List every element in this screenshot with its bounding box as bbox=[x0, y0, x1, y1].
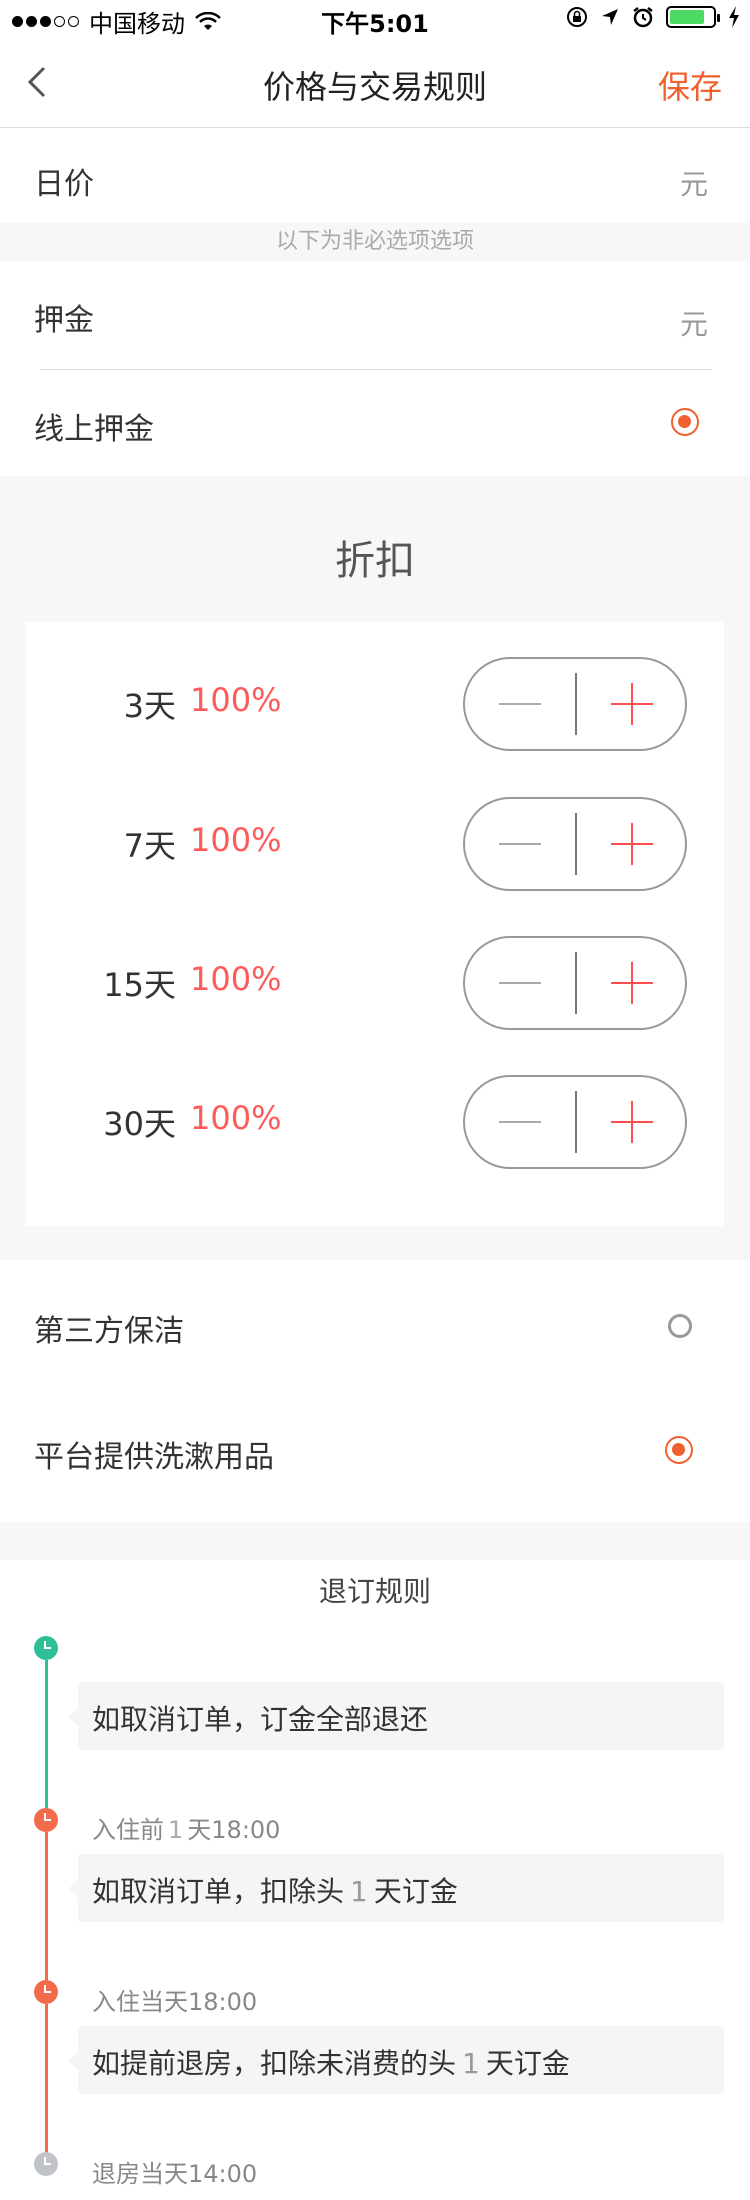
toiletries-label: 平台提供洗漱用品 bbox=[34, 1440, 274, 1475]
optional-hint: 以下为非必选项选项 bbox=[275, 229, 474, 254]
optional-section-band: 以下为非必选项选项 bbox=[0, 223, 750, 261]
increase-button[interactable] bbox=[577, 1077, 687, 1167]
clock-icon bbox=[34, 1980, 58, 2004]
decrease-button[interactable] bbox=[465, 938, 575, 1028]
discount-row-3-days: 3天 100% bbox=[26, 657, 724, 753]
online-deposit-radio[interactable] bbox=[671, 408, 699, 436]
discount-days: 7天 bbox=[123, 827, 176, 865]
refund-rule-text: 如提前退房，扣除未消费的头 1 天订金 bbox=[92, 2047, 570, 2080]
daily-price-label: 日价 bbox=[34, 167, 94, 202]
discount-stepper bbox=[463, 797, 687, 891]
deposit-label: 押金 bbox=[34, 303, 94, 338]
discount-days: 3天 bbox=[123, 687, 176, 725]
charging-icon bbox=[729, 6, 739, 28]
timeline-segment bbox=[45, 1832, 48, 1992]
discount-days: 15天 bbox=[103, 966, 176, 1004]
deposit-row[interactable]: 押金 元 bbox=[0, 261, 750, 369]
discount-stepper bbox=[463, 936, 687, 1030]
third-party-cleaning-label: 第三方保洁 bbox=[34, 1314, 184, 1349]
page-title: 价格与交易规则 bbox=[262, 68, 487, 106]
online-deposit-label: 线上押金 bbox=[34, 412, 154, 447]
discount-percent: 100% bbox=[190, 960, 282, 998]
refund-rule-time: 退房当天14:00 bbox=[92, 2160, 258, 2188]
increase-button[interactable] bbox=[577, 938, 687, 1028]
clock-icon bbox=[34, 2152, 58, 2176]
discount-percent: 100% bbox=[190, 821, 282, 859]
timeline-segment bbox=[45, 1660, 48, 1820]
clock-icon bbox=[34, 1808, 58, 1832]
increase-button[interactable] bbox=[577, 659, 687, 749]
rotation-lock-icon bbox=[567, 7, 587, 27]
decrease-button[interactable] bbox=[465, 1077, 575, 1167]
location-icon bbox=[602, 9, 618, 25]
refund-rule-box: 如取消订单，订金全部退还 bbox=[68, 1682, 724, 1750]
increase-button[interactable] bbox=[577, 799, 687, 889]
refund-section-band bbox=[0, 1522, 750, 1560]
discount-percent: 100% bbox=[190, 1099, 282, 1137]
daily-price-unit: 元 bbox=[679, 168, 708, 201]
discount-row-7-days: 7天 100% bbox=[26, 797, 724, 893]
battery-icon bbox=[666, 6, 720, 28]
deposit-unit: 元 bbox=[679, 308, 708, 341]
refund-rule-box: 如提前退房，扣除未消费的头 1 天订金 bbox=[68, 2026, 724, 2094]
daily-price-row[interactable]: 日价 元 bbox=[0, 129, 750, 223]
refund-rule-box: 如取消订单，扣除头 1 天订金 bbox=[68, 1854, 724, 1922]
refund-rule-text: 如取消订单，订金全部退还 bbox=[92, 1703, 429, 1736]
clock-icon bbox=[34, 1636, 58, 1660]
discount-days: 30天 bbox=[103, 1105, 176, 1143]
refund-rule-time: 入住当天18:00 bbox=[92, 1988, 258, 2016]
refund-rule-text: 如取消订单，扣除头 1 天订金 bbox=[92, 1875, 458, 1908]
decrease-button[interactable] bbox=[465, 659, 575, 749]
discount-percent: 100% bbox=[190, 681, 282, 719]
third-party-cleaning-radio[interactable] bbox=[668, 1314, 692, 1338]
discount-title: 折扣 bbox=[335, 538, 415, 584]
discount-stepper bbox=[463, 1075, 687, 1169]
online-deposit-row[interactable]: 线上押金 bbox=[0, 370, 750, 476]
discount-row-30-days: 30天 100% bbox=[26, 1075, 724, 1171]
status-icons bbox=[566, 6, 740, 28]
alarm-icon bbox=[633, 7, 653, 28]
third-party-cleaning-row[interactable]: 第三方保洁 bbox=[0, 1262, 750, 1386]
save-button[interactable]: 保存 bbox=[658, 62, 722, 108]
refund-rule-time: 入住前 1 天18:00 bbox=[92, 1816, 281, 1844]
toiletries-radio[interactable] bbox=[665, 1436, 693, 1464]
discount-stepper bbox=[463, 657, 687, 751]
decrease-button[interactable] bbox=[465, 799, 575, 889]
toiletries-row[interactable]: 平台提供洗漱用品 bbox=[0, 1386, 750, 1522]
discount-row-15-days: 15天 100% bbox=[26, 936, 724, 1032]
refund-title: 退订规则 bbox=[318, 1575, 431, 1608]
status-bar: 中国移动 下午5:01 bbox=[0, 0, 750, 40]
timeline-segment bbox=[45, 2004, 48, 2164]
nav-bar: 价格与交易规则 保存 bbox=[0, 40, 750, 128]
discount-card: 3天 100% 7天 100% 15天 100% 30天 100% bbox=[26, 622, 724, 1226]
